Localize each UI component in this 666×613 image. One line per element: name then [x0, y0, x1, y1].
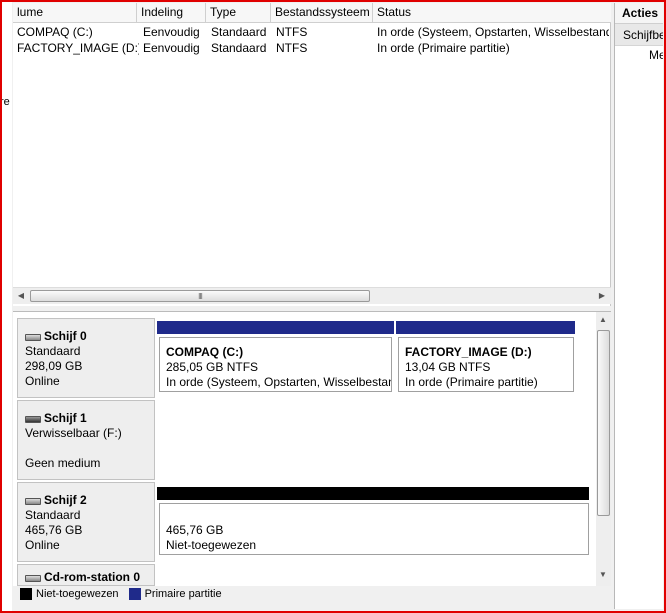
scroll-up-arrow-icon[interactable]: ▲	[598, 315, 608, 325]
hard-disk-icon	[25, 332, 42, 342]
disk-status: Online	[25, 538, 60, 552]
legend-label: Niet-toegewezen	[36, 588, 119, 600]
horizontal-scrollbar[interactable]: ◀ III ▶	[13, 287, 611, 304]
partition-size: 285,05 GB NTFS	[166, 360, 259, 374]
unallocated-bar	[157, 487, 589, 500]
type-cell: Standaard	[211, 41, 267, 55]
disk-name: Schijf 2	[44, 493, 87, 507]
actions-header: Acties	[615, 3, 663, 24]
volume-name-cell: COMPAQ (C:)	[17, 25, 93, 39]
action-disk-management[interactable]: Schijfbeheer	[615, 24, 663, 46]
table-row[interactable]: FACTORY_IMAGE (D:) Eenvoudig Standaard N…	[13, 40, 611, 56]
disk-name: Schijf 1	[44, 411, 87, 425]
layout-cell: Eenvoudig	[143, 41, 200, 55]
disk-type: Verwisselbaar (F:)	[25, 426, 122, 440]
filesystem-cell: NTFS	[276, 41, 308, 55]
column-header-indeling[interactable]: Indeling	[137, 3, 206, 23]
hard-disk-icon	[25, 496, 42, 506]
partition-status: In orde (Primaire partitie)	[405, 375, 538, 389]
volume-table-header: lume Indeling Type Bestandssysteem Statu…	[13, 3, 611, 23]
disk-type: Standaard	[25, 344, 81, 358]
disk-2-label[interactable]: Schijf 2 Standaard 465,76 GB Online	[17, 482, 155, 562]
disk-name: Cd-rom-station 0	[44, 570, 140, 584]
primary-partition-swatch	[128, 588, 141, 600]
action-more-actions[interactable]: Meer acties	[615, 46, 663, 64]
partition-d[interactable]: FACTORY_IMAGE (D:) 13,04 GB NTFS In orde…	[398, 337, 574, 392]
status-cell: In orde (Systeem, Opstarten, Wisselbesta…	[377, 25, 609, 39]
column-header-status[interactable]: Status	[373, 3, 611, 23]
volume-name-cell: FACTORY_IMAGE (D:)	[17, 41, 139, 55]
partition-size: 465,76 GB	[166, 523, 224, 537]
disk-status: Online	[25, 374, 60, 388]
filesystem-cell: NTFS	[276, 25, 308, 39]
partition-name: COMPAQ (C:)	[166, 345, 244, 359]
primary-partition-bar	[396, 321, 575, 334]
scroll-grip: III	[198, 292, 203, 301]
partition-status: Niet-toegewezen	[166, 538, 257, 552]
disk-1-label[interactable]: Schijf 1 Verwisselbaar (F:) Geen medium	[17, 400, 155, 480]
primary-partition-bar	[157, 321, 394, 334]
actions-pane: Acties Schijfbeheer Meer acties	[614, 3, 663, 609]
disk-type: Standaard	[25, 508, 81, 522]
partition-name: FACTORY_IMAGE (D:)	[405, 345, 532, 359]
volume-list-pane: lume Indeling Type Bestandssysteem Statu…	[13, 3, 611, 306]
disk-0-label[interactable]: Schijf 0 Standaard 298,09 GB Online	[17, 318, 155, 398]
removable-disk-icon	[25, 414, 42, 424]
edge-text: re	[0, 96, 10, 108]
legend: Niet-toegewezen Primaire partitie	[20, 586, 610, 602]
horizontal-scroll-thumb[interactable]: III	[30, 290, 370, 302]
column-header-volume[interactable]: lume	[13, 3, 137, 23]
legend-label: Primaire partitie	[144, 588, 222, 600]
scroll-left-arrow-icon[interactable]: ◀	[16, 291, 26, 301]
disk-size: 465,76 GB	[25, 523, 83, 537]
vertical-scroll-thumb[interactable]	[597, 330, 610, 516]
vertical-scrollbar[interactable]: ▲ ▼	[596, 312, 611, 586]
disk-0-partitions: COMPAQ (C:) 285,05 GB NTFS In orde (Syst…	[157, 321, 591, 396]
disk-size: 298,09 GB	[25, 359, 83, 373]
partition-status: In orde (Systeem, Opstarten, Wisselbesta…	[166, 375, 392, 389]
disk-status: Geen medium	[25, 456, 101, 470]
disk-map-pane: Schijf 0 Standaard 298,09 GB Online COMP…	[13, 312, 611, 586]
partition-c[interactable]: COMPAQ (C:) 285,05 GB NTFS In orde (Syst…	[159, 337, 392, 392]
table-row[interactable]: COMPAQ (C:) Eenvoudig Standaard NTFS In …	[13, 24, 611, 40]
status-cell: In orde (Primaire partitie)	[377, 41, 510, 55]
column-header-bestandssysteem[interactable]: Bestandssysteem	[271, 3, 373, 23]
type-cell: Standaard	[211, 25, 267, 39]
cd-rom-label[interactable]: Cd-rom-station 0	[17, 564, 155, 586]
left-edge-strip	[2, 2, 12, 611]
unallocated-swatch	[20, 588, 32, 600]
disk-name: Schijf 0	[44, 329, 87, 343]
disk-2-partitions: 465,76 GB Niet-toegewezen	[157, 487, 591, 559]
layout-cell: Eenvoudig	[143, 25, 200, 39]
partition-size: 13,04 GB NTFS	[405, 360, 491, 374]
scroll-right-arrow-icon[interactable]: ▶	[597, 291, 607, 301]
scroll-down-arrow-icon[interactable]: ▼	[598, 570, 608, 580]
column-header-type[interactable]: Type	[206, 3, 271, 23]
unallocated-space[interactable]: 465,76 GB Niet-toegewezen	[159, 503, 589, 555]
cd-rom-icon	[25, 573, 42, 583]
